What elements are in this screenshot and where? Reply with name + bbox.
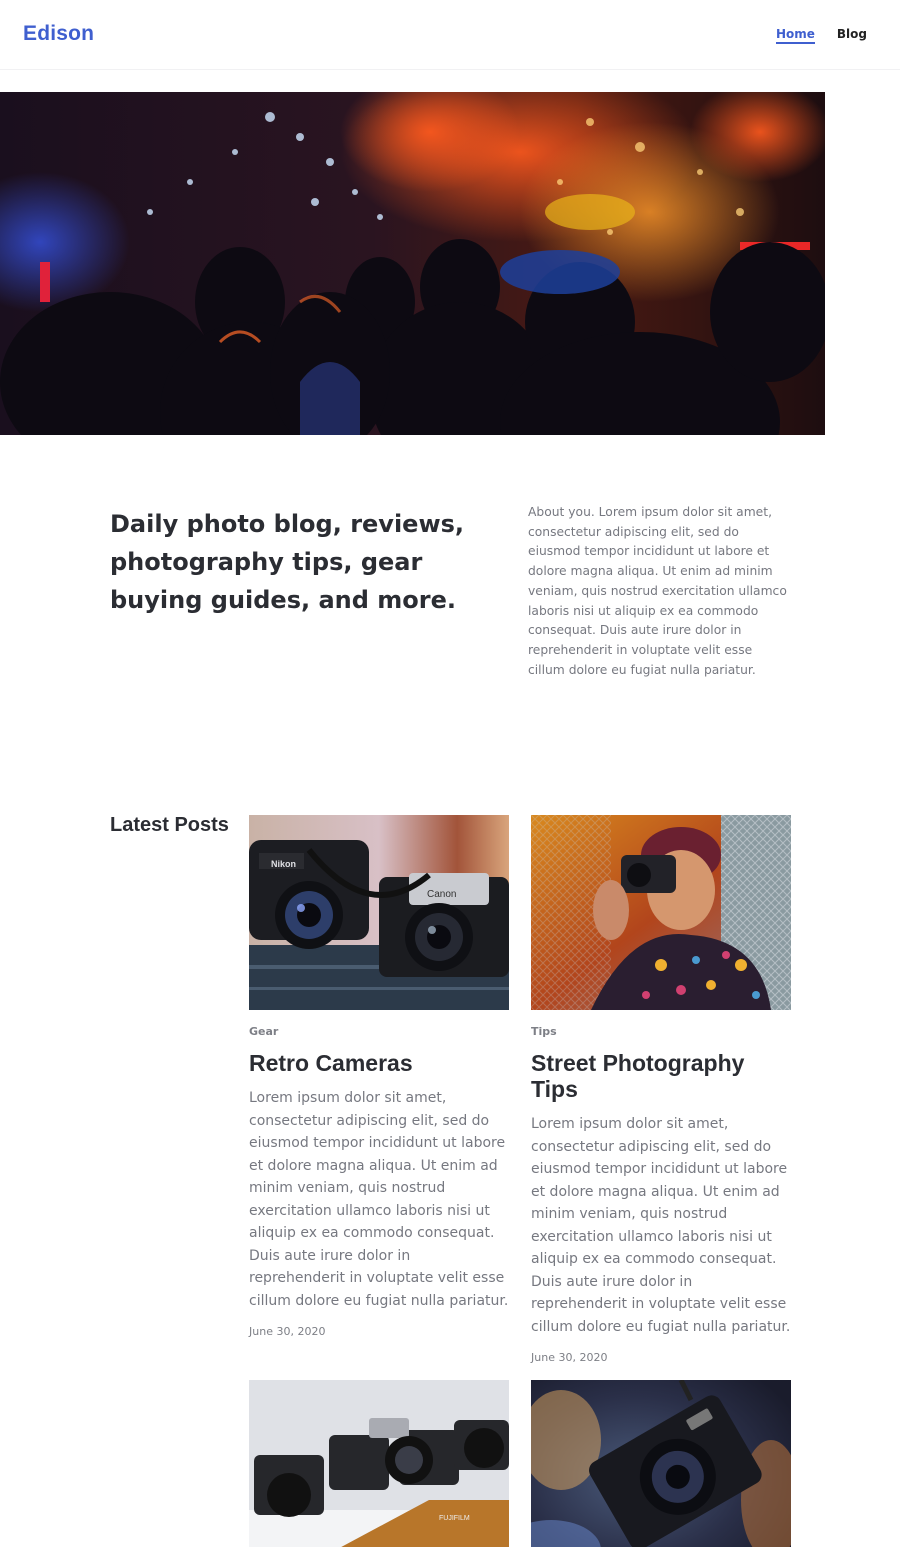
post-excerpt: Lorem ipsum dolor sit amet, consectetur …	[249, 1090, 509, 1309]
svg-text:Nikon: Nikon	[271, 859, 296, 869]
post-card: Tips Street Photography Tips Lorem ipsum…	[531, 815, 791, 1364]
post-date: June 30, 2020	[249, 1325, 326, 1338]
post-category[interactable]: Gear	[249, 1025, 509, 1038]
post-thumbnail-street-photography[interactable]	[531, 815, 791, 1010]
post-date: June 30, 2020	[531, 1351, 608, 1364]
svg-text:Canon: Canon	[427, 889, 456, 900]
post-title-link[interactable]: Street Photography Tips	[531, 1050, 791, 1102]
site-logo[interactable]: Edison	[23, 22, 94, 46]
hero-image	[0, 92, 825, 435]
about-text: About you. Lorem ipsum dolor sit amet, c…	[528, 505, 787, 677]
main-nav: Home Blog	[775, 27, 867, 44]
post-category[interactable]: Tips	[531, 1025, 791, 1038]
latest-posts-heading: Latest Posts	[110, 814, 229, 836]
post-card	[531, 1380, 791, 1547]
post-title-link[interactable]: Retro Cameras	[249, 1050, 509, 1076]
post-card: FUJIFILM	[249, 1380, 509, 1547]
nav-home-link[interactable]: Home	[775, 27, 815, 44]
post-thumbnail[interactable]	[531, 1380, 791, 1547]
nav-blog-link[interactable]: Blog	[837, 27, 867, 44]
post-excerpt: Lorem ipsum dolor sit amet, consectetur …	[531, 1116, 791, 1335]
svg-text:FUJIFILM: FUJIFILM	[439, 1515, 470, 1522]
intro-heading: Daily photo blog, reviews, photography t…	[110, 510, 465, 614]
site-header: Edison Home Blog	[0, 0, 900, 70]
post-thumbnail-retro-cameras[interactable]: Nikon Canon	[249, 815, 509, 1010]
post-thumbnail[interactable]: FUJIFILM	[249, 1380, 509, 1547]
post-card: Nikon Canon Gear Retro Cameras Lorem ips…	[249, 815, 509, 1338]
